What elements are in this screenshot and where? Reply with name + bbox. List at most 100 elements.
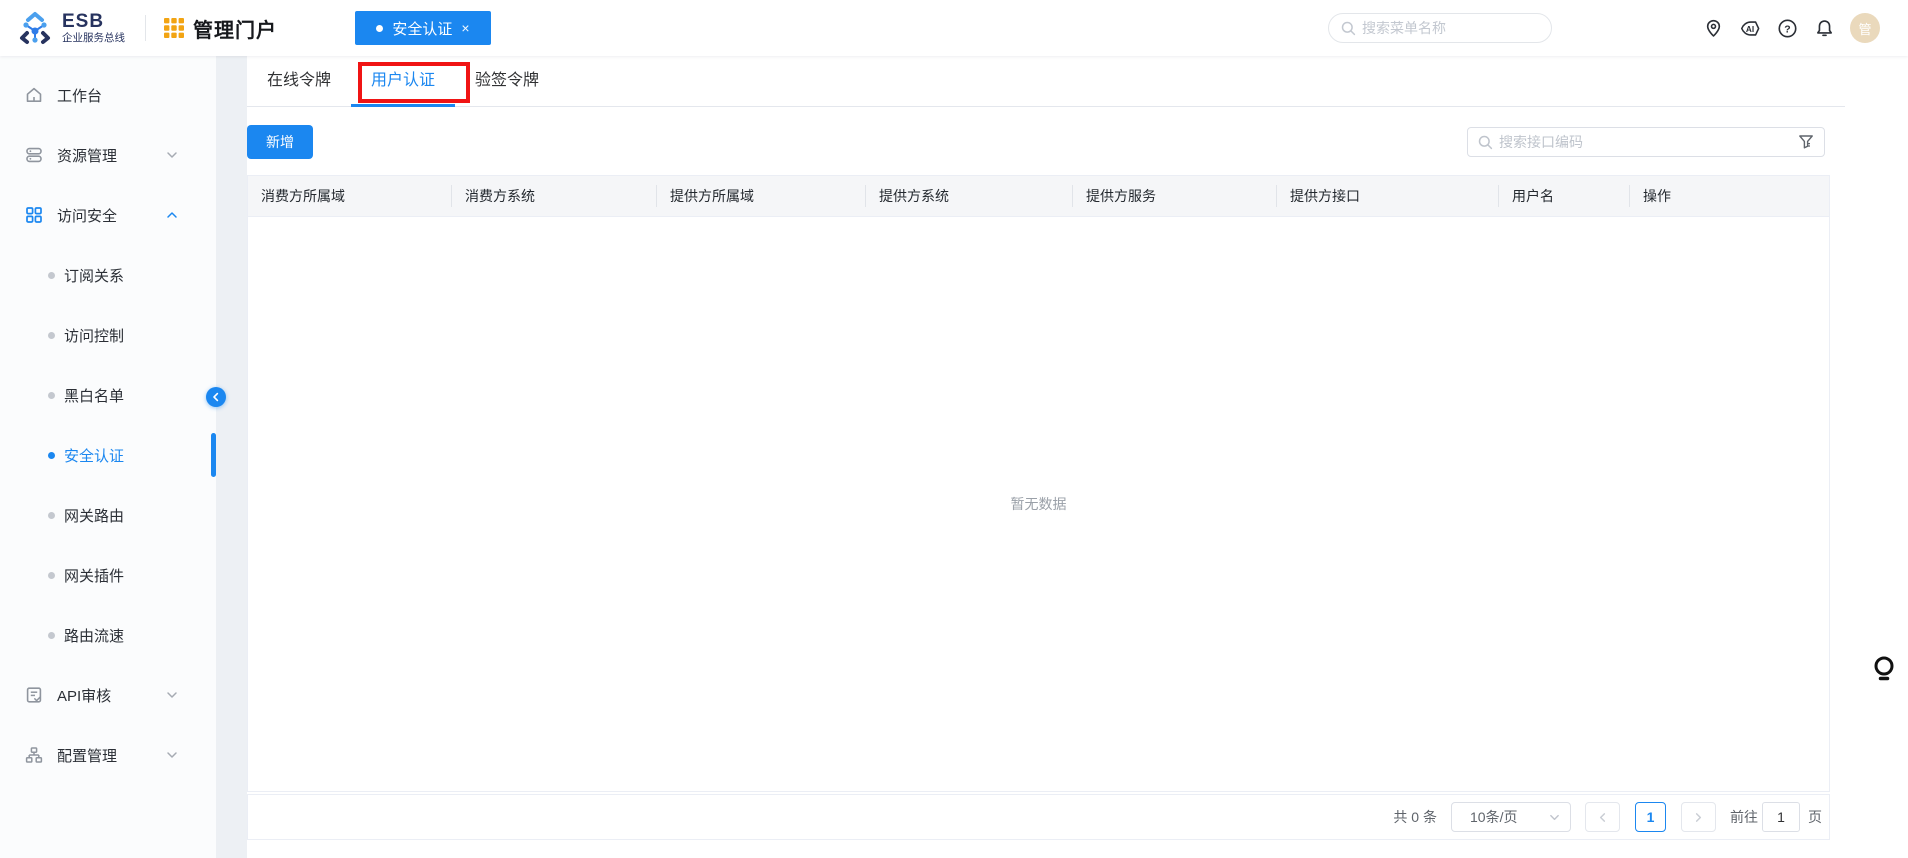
next-page-button[interactable]	[1681, 802, 1716, 832]
tab-sign-token[interactable]: 验签令牌	[455, 56, 559, 106]
search-icon	[1341, 21, 1356, 36]
sidebar-item-label: 安全认证	[64, 447, 125, 465]
sidebar-item-label: 访问控制	[64, 327, 125, 345]
sidebar-item-label: 访问安全	[57, 207, 118, 225]
column-header: 提供方所属域	[657, 176, 866, 216]
table-header-row: 消费方所属域 消费方系统 提供方所属域 提供方系统 提供方服务 提供方接口 用户…	[248, 176, 1829, 216]
sidebar-item-config-management[interactable]: 配置管理	[0, 725, 216, 785]
portal-grid-icon	[164, 18, 184, 38]
menu-search-input[interactable]	[1362, 20, 1543, 36]
grid-icon	[24, 205, 44, 225]
sidebar-item-label: 网关插件	[64, 567, 125, 585]
sidebar-collapse-button[interactable]	[206, 387, 226, 407]
help-icon[interactable]: ?	[1776, 17, 1798, 39]
interface-code-search-box[interactable]	[1467, 127, 1825, 157]
bullet-dot-icon	[48, 511, 55, 519]
user-avatar[interactable]: 管	[1850, 13, 1880, 43]
tab-active-dot-icon	[376, 24, 384, 32]
bullet-dot-icon	[48, 451, 55, 459]
logo-title: ESB	[62, 10, 105, 32]
page-size-select[interactable]: 10条/页	[1451, 802, 1571, 832]
goto-label: 前往	[1730, 809, 1758, 825]
chevron-down-icon	[166, 749, 178, 761]
column-header: 消费方所属域	[248, 176, 452, 216]
sidebar-item-api-audit[interactable]: API审核	[0, 665, 216, 725]
sidebar-item-gateway-route[interactable]: 网关路由	[0, 485, 216, 545]
sidebar-item-label: 网关路由	[64, 507, 125, 525]
menu-search-box[interactable]	[1328, 13, 1552, 43]
sidebar-item-resources[interactable]: 资源管理	[0, 125, 216, 185]
page-unit-label: 页	[1808, 809, 1822, 825]
column-header: 提供方系统	[866, 176, 1073, 216]
chevron-left-icon	[1599, 812, 1606, 822]
chevron-down-icon	[166, 689, 178, 701]
tab-user-auth[interactable]: 用户认证	[351, 56, 456, 107]
bullet-dot-icon	[48, 571, 55, 579]
active-item-indicator-bar	[211, 433, 216, 477]
notification-bell-icon[interactable]	[1813, 17, 1835, 39]
portal-title: 管理门户	[193, 19, 277, 42]
open-tab-security-auth[interactable]: 安全认证 ×	[355, 11, 491, 45]
chevron-up-icon	[166, 209, 178, 221]
svg-text:?: ?	[1784, 23, 1790, 35]
page-size-value: 10条/页	[1470, 809, 1518, 825]
filter-funnel-icon[interactable]	[1798, 134, 1814, 150]
bullet-dot-icon	[48, 331, 55, 339]
bullet-dot-icon	[48, 391, 55, 399]
interface-code-search-input[interactable]	[1499, 134, 1798, 150]
chevron-right-icon	[1695, 812, 1702, 822]
search-icon	[1478, 135, 1493, 150]
column-header: 提供方接口	[1277, 176, 1499, 216]
table-empty-body: 暂无数据	[248, 216, 1829, 791]
sidebar-item-workbench[interactable]: 工作台	[0, 65, 216, 125]
prev-page-button[interactable]	[1585, 802, 1620, 832]
open-tab-label: 安全认证	[392, 20, 453, 38]
chevron-down-icon	[1550, 814, 1559, 820]
tab-online-token[interactable]: 在线令牌	[247, 56, 351, 106]
sidebar-item-label: 资源管理	[57, 147, 118, 165]
bullet-dot-icon	[48, 631, 55, 639]
pagination-total: 共 0 条	[1393, 809, 1437, 825]
close-icon[interactable]: ×	[461, 21, 469, 35]
bullet-dot-icon	[48, 271, 55, 279]
logo: ESB 企业服务总线	[0, 9, 125, 47]
sidebar-item-black-white-list[interactable]: 黑白名单	[0, 365, 216, 425]
sidebar-item-security-auth[interactable]: 安全认证	[0, 425, 216, 485]
topbar: ESB 企业服务总线 管理门户 安全认证 × AI ?	[0, 0, 1908, 56]
sidebar-item-label: 黑白名单	[64, 387, 125, 405]
column-header: 提供方服务	[1073, 176, 1277, 216]
column-header: 消费方系统	[452, 176, 657, 216]
content-tabbar: 在线令牌 用户认证 验签令牌	[247, 56, 1845, 107]
chevron-down-icon	[166, 149, 178, 161]
goto-page-input[interactable]	[1762, 802, 1800, 832]
page-number-current[interactable]: 1	[1635, 802, 1666, 832]
sidebar-item-gateway-plugin[interactable]: 网关插件	[0, 545, 216, 605]
data-table: 消费方所属域 消费方系统 提供方所属域 提供方系统 提供方服务 提供方接口 用户…	[247, 175, 1830, 792]
esb-logo-icon	[16, 9, 54, 47]
sidebar-item-label: 工作台	[57, 87, 103, 105]
sidebar-item-subscription-relations[interactable]: 订阅关系	[0, 245, 216, 305]
svg-text:AI: AI	[1746, 24, 1754, 33]
sidebar-item-access-security[interactable]: 访问安全	[0, 185, 216, 245]
toolbar: 新增	[247, 125, 1830, 159]
server-stack-icon	[24, 145, 44, 165]
sidebar-item-label: 订阅关系	[64, 267, 125, 285]
ai-assistant-icon[interactable]: AI	[1739, 17, 1761, 39]
clipboard-check-icon	[24, 685, 44, 705]
logo-subtitle: 企业服务总线	[62, 32, 125, 45]
topbar-divider	[145, 15, 146, 41]
location-pin-icon[interactable]	[1702, 17, 1724, 39]
pagination-bar: 共 0 条 10条/页 1 前往 页	[247, 794, 1830, 840]
topbar-icon-cluster: AI ? 管	[1702, 0, 1880, 56]
home-icon	[24, 85, 44, 105]
column-header: 用户名	[1499, 176, 1630, 216]
sidebar: 工作台 资源管理 访问安全 订阅关系 访问控制 黑白名单 安全认证 网关路由 网…	[0, 56, 216, 858]
add-button[interactable]: 新增	[247, 125, 313, 159]
sitemap-icon	[24, 745, 44, 765]
sidebar-item-label: 路由流速	[64, 627, 125, 645]
sidebar-item-access-control[interactable]: 访问控制	[0, 305, 216, 365]
main-content: 在线令牌 用户认证 验签令牌 新增 消费方所属域 消费方系统 提供方所属域 提供…	[247, 56, 1908, 858]
column-header: 操作	[1643, 188, 1671, 204]
sidebar-item-route-rate[interactable]: 路由流速	[0, 605, 216, 665]
lightbulb-helper-icon[interactable]	[1873, 655, 1895, 687]
